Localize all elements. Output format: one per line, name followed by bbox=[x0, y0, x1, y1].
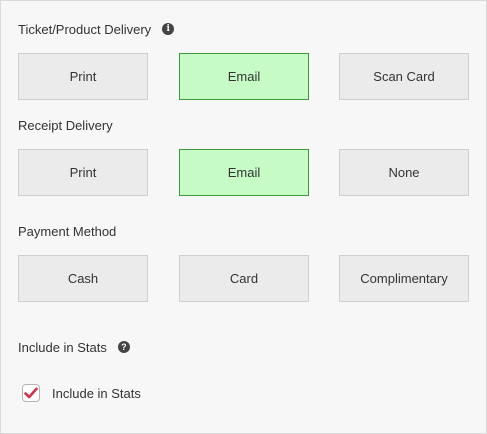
ticket-delivery-label: Ticket/Product Delivery bbox=[18, 21, 152, 37]
receipt-email-button[interactable]: Email bbox=[179, 149, 309, 196]
payment-complimentary-button[interactable]: Complimentary bbox=[339, 255, 469, 302]
receipt-print-button[interactable]: Print bbox=[18, 149, 148, 196]
receipt-delivery-title: Receipt Delivery bbox=[18, 117, 113, 133]
include-stats-checkbox-row[interactable]: Include in Stats bbox=[22, 384, 141, 402]
receipt-delivery-label: Receipt Delivery bbox=[18, 117, 113, 133]
options-panel: Ticket/Product Delivery i Print Email Sc… bbox=[0, 0, 487, 434]
ticket-email-button[interactable]: Email bbox=[179, 53, 309, 100]
checkmark-icon bbox=[24, 387, 38, 399]
receipt-none-button[interactable]: None bbox=[339, 149, 469, 196]
include-stats-label: Include in Stats bbox=[18, 339, 107, 355]
payment-method-title: Payment Method bbox=[18, 223, 116, 239]
question-icon[interactable]: ? bbox=[117, 341, 130, 353]
payment-card-button[interactable]: Card bbox=[179, 255, 309, 302]
include-stats-title: Include in Stats ? bbox=[18, 339, 130, 355]
include-stats-checkbox-label[interactable]: Include in Stats bbox=[52, 386, 141, 401]
payment-cash-button[interactable]: Cash bbox=[18, 255, 148, 302]
include-stats-checkbox[interactable] bbox=[22, 384, 40, 402]
ticket-print-button[interactable]: Print bbox=[18, 53, 148, 100]
payment-method-label: Payment Method bbox=[18, 223, 117, 239]
ticket-delivery-title: Ticket/Product Delivery i bbox=[18, 21, 175, 37]
ticket-scan-card-button[interactable]: Scan Card bbox=[339, 53, 469, 100]
info-icon[interactable]: i bbox=[162, 23, 175, 35]
